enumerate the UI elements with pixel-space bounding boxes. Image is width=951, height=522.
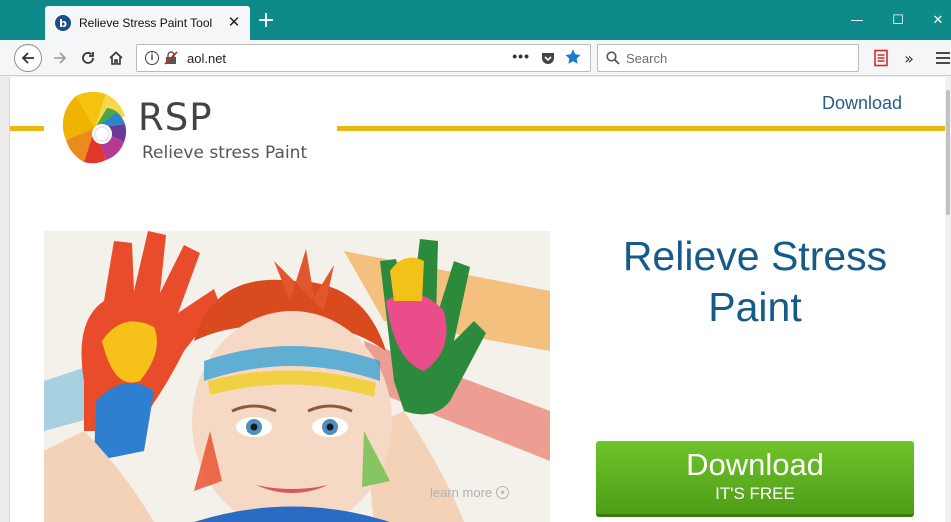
window-maximize-button[interactable]: ☐ xyxy=(883,10,913,32)
reload-icon xyxy=(82,52,94,64)
reader-view-icon xyxy=(874,49,888,67)
hamburger-menu-icon xyxy=(936,52,950,64)
arrow-right-icon xyxy=(54,52,67,64)
forward-button[interactable] xyxy=(47,45,73,71)
new-tab-button[interactable]: + xyxy=(255,10,277,32)
hamburger-menu-button[interactable] xyxy=(930,45,951,71)
home-icon xyxy=(109,51,123,65)
reload-button[interactable] xyxy=(75,45,101,71)
tab-close-icon[interactable]: ✕ xyxy=(226,14,242,30)
pocket-icon[interactable] xyxy=(540,50,556,71)
chevron-down-icon: ▾ xyxy=(496,486,510,499)
browser-navbar: i aol.net ••• » xyxy=(0,40,951,76)
back-button[interactable] xyxy=(14,44,42,72)
hero-image-painted-child xyxy=(44,231,550,522)
reader-view-button[interactable] xyxy=(868,45,894,71)
site-info-icon[interactable]: i xyxy=(145,51,159,65)
download-cta-sublabel: IT'S FREE xyxy=(715,484,795,503)
logo-title: RSP xyxy=(138,96,213,139)
tab-title: Relieve Stress Paint Tool xyxy=(79,16,213,30)
header-accent-line-left xyxy=(10,126,44,131)
learn-more-label: learn more xyxy=(430,485,493,500)
toolbar-overflow-button[interactable]: » xyxy=(896,45,922,71)
search-icon xyxy=(606,51,620,65)
insecure-connection-icon[interactable] xyxy=(164,51,178,65)
search-input[interactable] xyxy=(626,50,846,66)
home-button[interactable] xyxy=(103,45,129,71)
download-cta-button[interactable]: Download IT'S FREE xyxy=(596,441,914,517)
browser-titlebar: b Relieve Stress Paint Tool ✕ + — ☐ ✕ xyxy=(0,0,951,40)
window-minimize-button[interactable]: — xyxy=(842,10,872,32)
window-close-button[interactable]: ✕ xyxy=(923,10,951,32)
rsp-logo-color-wheel-icon xyxy=(62,91,127,164)
bookmark-star-icon[interactable] xyxy=(564,48,582,71)
arrow-left-icon xyxy=(21,52,34,64)
learn-more-link[interactable]: learn more ▾ xyxy=(430,485,510,500)
nav-download-link[interactable]: Download xyxy=(822,93,902,114)
download-cta-label: Download xyxy=(686,447,824,482)
browser-tab-active[interactable]: b Relieve Stress Paint Tool ✕ xyxy=(45,6,250,40)
window-left-edge xyxy=(0,77,10,522)
page-actions-menu-icon[interactable]: ••• xyxy=(512,48,530,64)
header-accent-line-right xyxy=(337,126,945,131)
logo-subtitle: Relieve stress Paint xyxy=(142,143,308,163)
tab-favicon-icon: b xyxy=(55,15,71,31)
page-viewport: RSP Relieve stress Paint Download learn … xyxy=(10,77,945,522)
address-bar[interactable]: i aol.net ••• xyxy=(136,44,591,72)
search-bar[interactable] xyxy=(597,44,859,72)
url-text[interactable]: aol.net xyxy=(187,51,226,66)
page-headline: Relieve Stress Paint xyxy=(622,233,888,330)
scrollbar-thumb[interactable] xyxy=(946,90,950,215)
